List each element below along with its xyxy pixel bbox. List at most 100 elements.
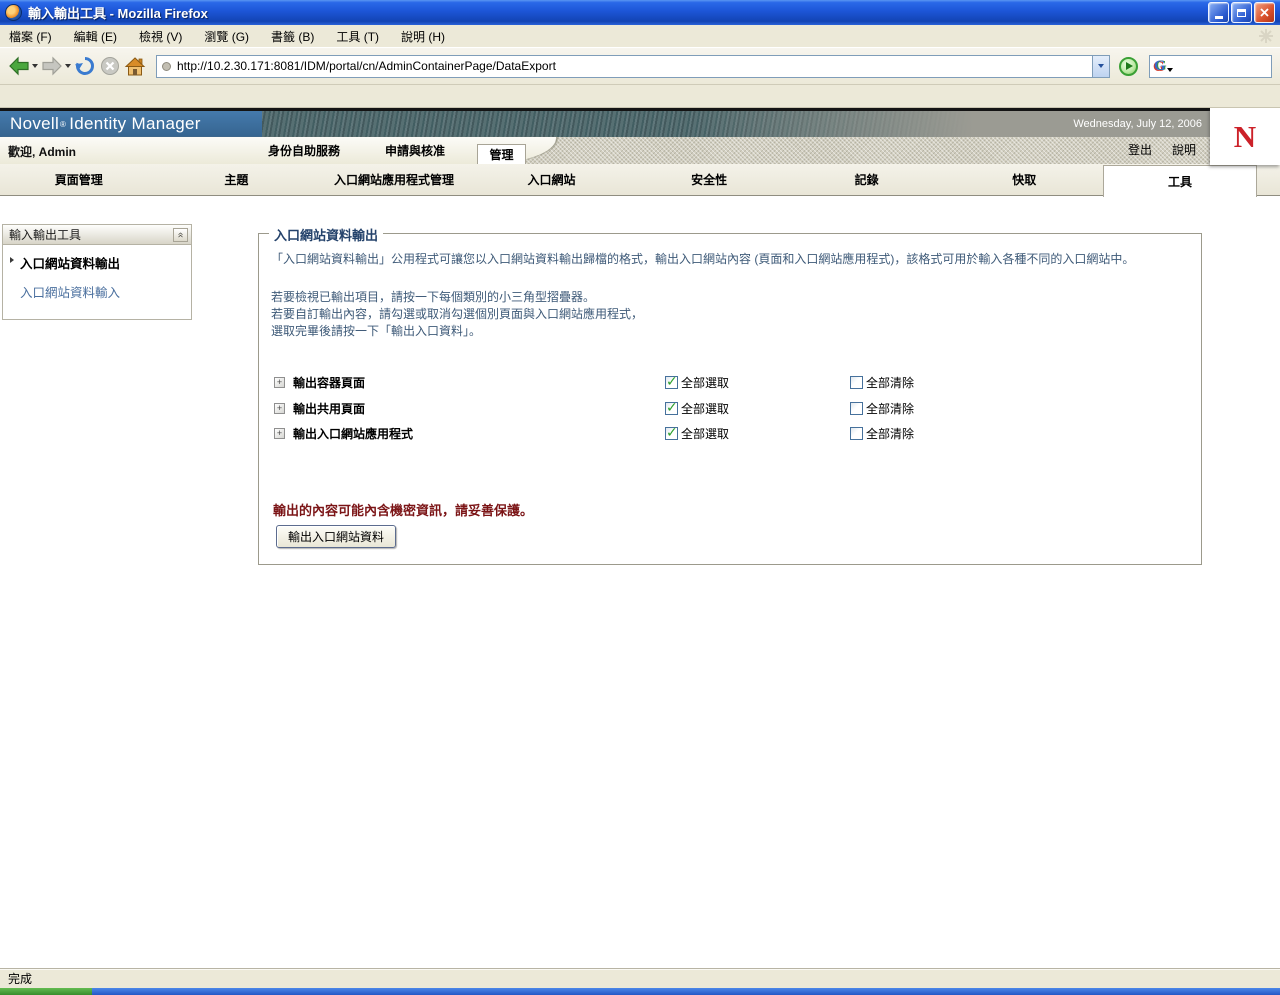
clear-all-checkbox[interactable] (850, 401, 863, 415)
forward-button[interactable] (41, 56, 71, 76)
banner-texture: Wednesday, July 12, 2006 (262, 111, 1210, 137)
subtab-security[interactable]: 安全性 (630, 164, 788, 195)
chevrons-up-icon: » (174, 231, 186, 238)
url-text[interactable]: http://10.2.30.171:8081/IDM/portal/cn/Ad… (177, 59, 1092, 73)
subtab-logging[interactable]: 記錄 (788, 164, 946, 195)
home-icon (124, 56, 146, 75)
clear-all-checkbox[interactable] (850, 375, 863, 389)
expand-plus-icon[interactable]: + (274, 402, 285, 414)
select-all-checkbox[interactable]: ✓ (665, 372, 678, 389)
tab-requests-approvals[interactable]: 申請與核准 (385, 142, 445, 159)
subtab-tools[interactable]: 工具 (1103, 165, 1257, 197)
address-dropdown-caret (1098, 64, 1104, 68)
export-row-shared-pages: + 輸出共用頁面 ✓ 全部選取 全部清除 (259, 398, 1201, 417)
subtab-themes[interactable]: 主題 (158, 164, 316, 195)
menu-go[interactable]: 瀏覽 (G) (204, 28, 249, 45)
select-all-label: 全部選取 (681, 426, 730, 441)
sidebar-item-portal-data-export[interactable]: 入口網站資料輸出 (9, 253, 185, 272)
clear-all-group: 全部清除 (850, 425, 914, 442)
select-all-checkbox[interactable]: ✓ (665, 423, 678, 440)
export-portal-data-button[interactable]: 輸出入口網站資料 (276, 525, 397, 548)
window-title: 輸入輸出工具 - Mozilla Firefox (28, 6, 208, 21)
forward-dropdown-caret[interactable] (65, 64, 71, 68)
go-icon (1126, 62, 1133, 70)
menu-view[interactable]: 檢視 (V) (139, 28, 182, 45)
export-row-label: 輸出入口網站應用程式 (293, 426, 414, 441)
navigation-toolbar: http://10.2.30.171:8081/IDM/portal/cn/Ad… (0, 48, 1280, 85)
menu-bar: 檔案 (F) 編輯 (E) 檢視 (V) 瀏覽 (G) 書籤 (B) 工具 (T… (0, 25, 1280, 48)
web-page: Novell ® Identity Manager Wednesday, July … (0, 108, 1280, 968)
address-bar[interactable]: http://10.2.30.171:8081/IDM/portal/cn/Ad… (156, 54, 1110, 78)
clear-all-group: 全部清除 (850, 400, 914, 417)
product-banner: Novell ® Identity Manager (0, 111, 262, 137)
select-all-checkbox[interactable]: ✓ (665, 398, 678, 415)
menu-bookmarks[interactable]: 書籤 (B) (271, 28, 314, 45)
sidebar-collapse-button[interactable]: » (173, 227, 188, 242)
check-icon: ✓ (666, 372, 678, 389)
subtab-page-admin[interactable]: 頁面管理 (0, 164, 158, 195)
select-all-group: ✓ 全部選取 (665, 372, 729, 391)
instruction-line: 若要檢視已輸出項目，請按一下每個類別的小三角型摺疊器。 (271, 290, 596, 304)
google-logo-icon[interactable]: G (1154, 58, 1166, 75)
firefox-app-icon (5, 4, 22, 21)
subtab-caching[interactable]: 快取 (945, 164, 1103, 195)
sidebar-item-label: 入口網站資料輸出 (20, 257, 121, 271)
tab-identity-self-service[interactable]: 身份自助服務 (268, 142, 340, 159)
export-panel: 入口網站資料輸出 「入口網站資料輸出」公用程式可讓您以入口網站資料輸出歸檔的格式… (258, 225, 1202, 565)
sidebar-title: 輸入輸出工具 (9, 228, 82, 242)
stop-button[interactable] (99, 55, 121, 77)
back-dropdown-caret[interactable] (32, 64, 38, 68)
restore-button[interactable] (1231, 2, 1252, 23)
subtab-portal[interactable]: 入口網站 (473, 164, 631, 195)
menu-help[interactable]: 說明 (H) (401, 28, 445, 45)
instruction-line: 選取完畢後請按一下「輸出入口資料」。 (271, 324, 482, 338)
panel-title: 入口網站資料輸出 (269, 225, 384, 244)
novell-logo[interactable]: N (1210, 108, 1280, 165)
search-input[interactable]: G (1149, 54, 1272, 78)
search-engine-caret[interactable] (1166, 68, 1173, 72)
go-button[interactable] (1119, 56, 1138, 76)
sidebar-header: 輸入輸出工具 » (3, 225, 191, 245)
home-button[interactable] (124, 56, 146, 77)
menu-tools[interactable]: 工具 (T) (336, 28, 379, 45)
page-body: 輸入輸出工具 » 入口網站資料輸出 入口網站資料輸入 入口網站資料輸出 「入口網… (0, 196, 1280, 968)
page-favicon (162, 61, 171, 71)
product-name: Identity Manager (69, 114, 201, 133)
throbber-icon (1259, 29, 1273, 43)
clear-all-label: 全部清除 (866, 426, 915, 441)
help-link[interactable]: 說明 (1172, 141, 1196, 158)
clear-all-label: 全部清除 (866, 401, 915, 416)
registered-mark: ® (60, 119, 67, 129)
reload-button[interactable] (74, 55, 96, 77)
address-dropdown-button[interactable] (1092, 55, 1109, 77)
sidebar-item-label: 入口網站資料輸入 (20, 286, 121, 300)
menu-edit[interactable]: 編輯 (E) (74, 28, 117, 45)
back-arrow-icon (9, 56, 29, 76)
brand-name: Novell (10, 114, 60, 133)
back-button[interactable] (8, 56, 38, 76)
check-icon: ✓ (666, 398, 678, 415)
tab-administration[interactable]: 管理 (477, 144, 526, 164)
instruction-line: 若要自訂輸出內容，請勾選或取消勾選個別頁面與入口網站應用程式， (271, 307, 644, 321)
logout-link[interactable]: 登出 (1128, 141, 1152, 158)
clear-all-checkbox[interactable] (850, 426, 863, 440)
subtab-portlet-admin[interactable]: 入口網站應用程式管理 (315, 164, 473, 195)
title-bar: 輸入輸出工具 - Mozilla Firefox (0, 0, 1280, 25)
close-button[interactable] (1254, 2, 1275, 23)
menu-file[interactable]: 檔案 (F) (9, 28, 52, 45)
sidebar-item-list: 入口網站資料輸出 入口網站資料輸入 (3, 245, 191, 301)
expand-plus-icon[interactable]: + (274, 376, 285, 388)
expand-plus-icon[interactable]: + (274, 427, 285, 439)
confidential-warning: 輸出的內容可能內含機密資訊，請妥善保護。 (273, 503, 534, 518)
status-bar: 完成 (0, 968, 1280, 988)
export-row-portlets: + 輸出入口網站應用程式 ✓ 全部選取 全部清除 (259, 423, 1201, 442)
admin-subtab-row: 頁面管理 主題 入口網站應用程式管理 入口網站 安全性 記錄 快取 工具 (0, 164, 1280, 197)
taskbar-edge (0, 988, 1280, 995)
status-text: 完成 (8, 972, 33, 986)
stop-icon (101, 57, 119, 75)
instructions: 若要檢視已輸出項目，請按一下每個類別的小三角型摺疊器。 若要自訂輸出內容，請勾選… (271, 289, 643, 340)
minimize-button[interactable] (1208, 2, 1229, 23)
intro-paragraph: 「入口網站資料輸出」公用程式可讓您以入口網站資料輸出歸檔的格式，輸出入口網站內容… (271, 252, 1135, 266)
sidebar-item-portal-data-import[interactable]: 入口網站資料輸入 (9, 282, 185, 301)
check-icon: ✓ (666, 423, 678, 440)
